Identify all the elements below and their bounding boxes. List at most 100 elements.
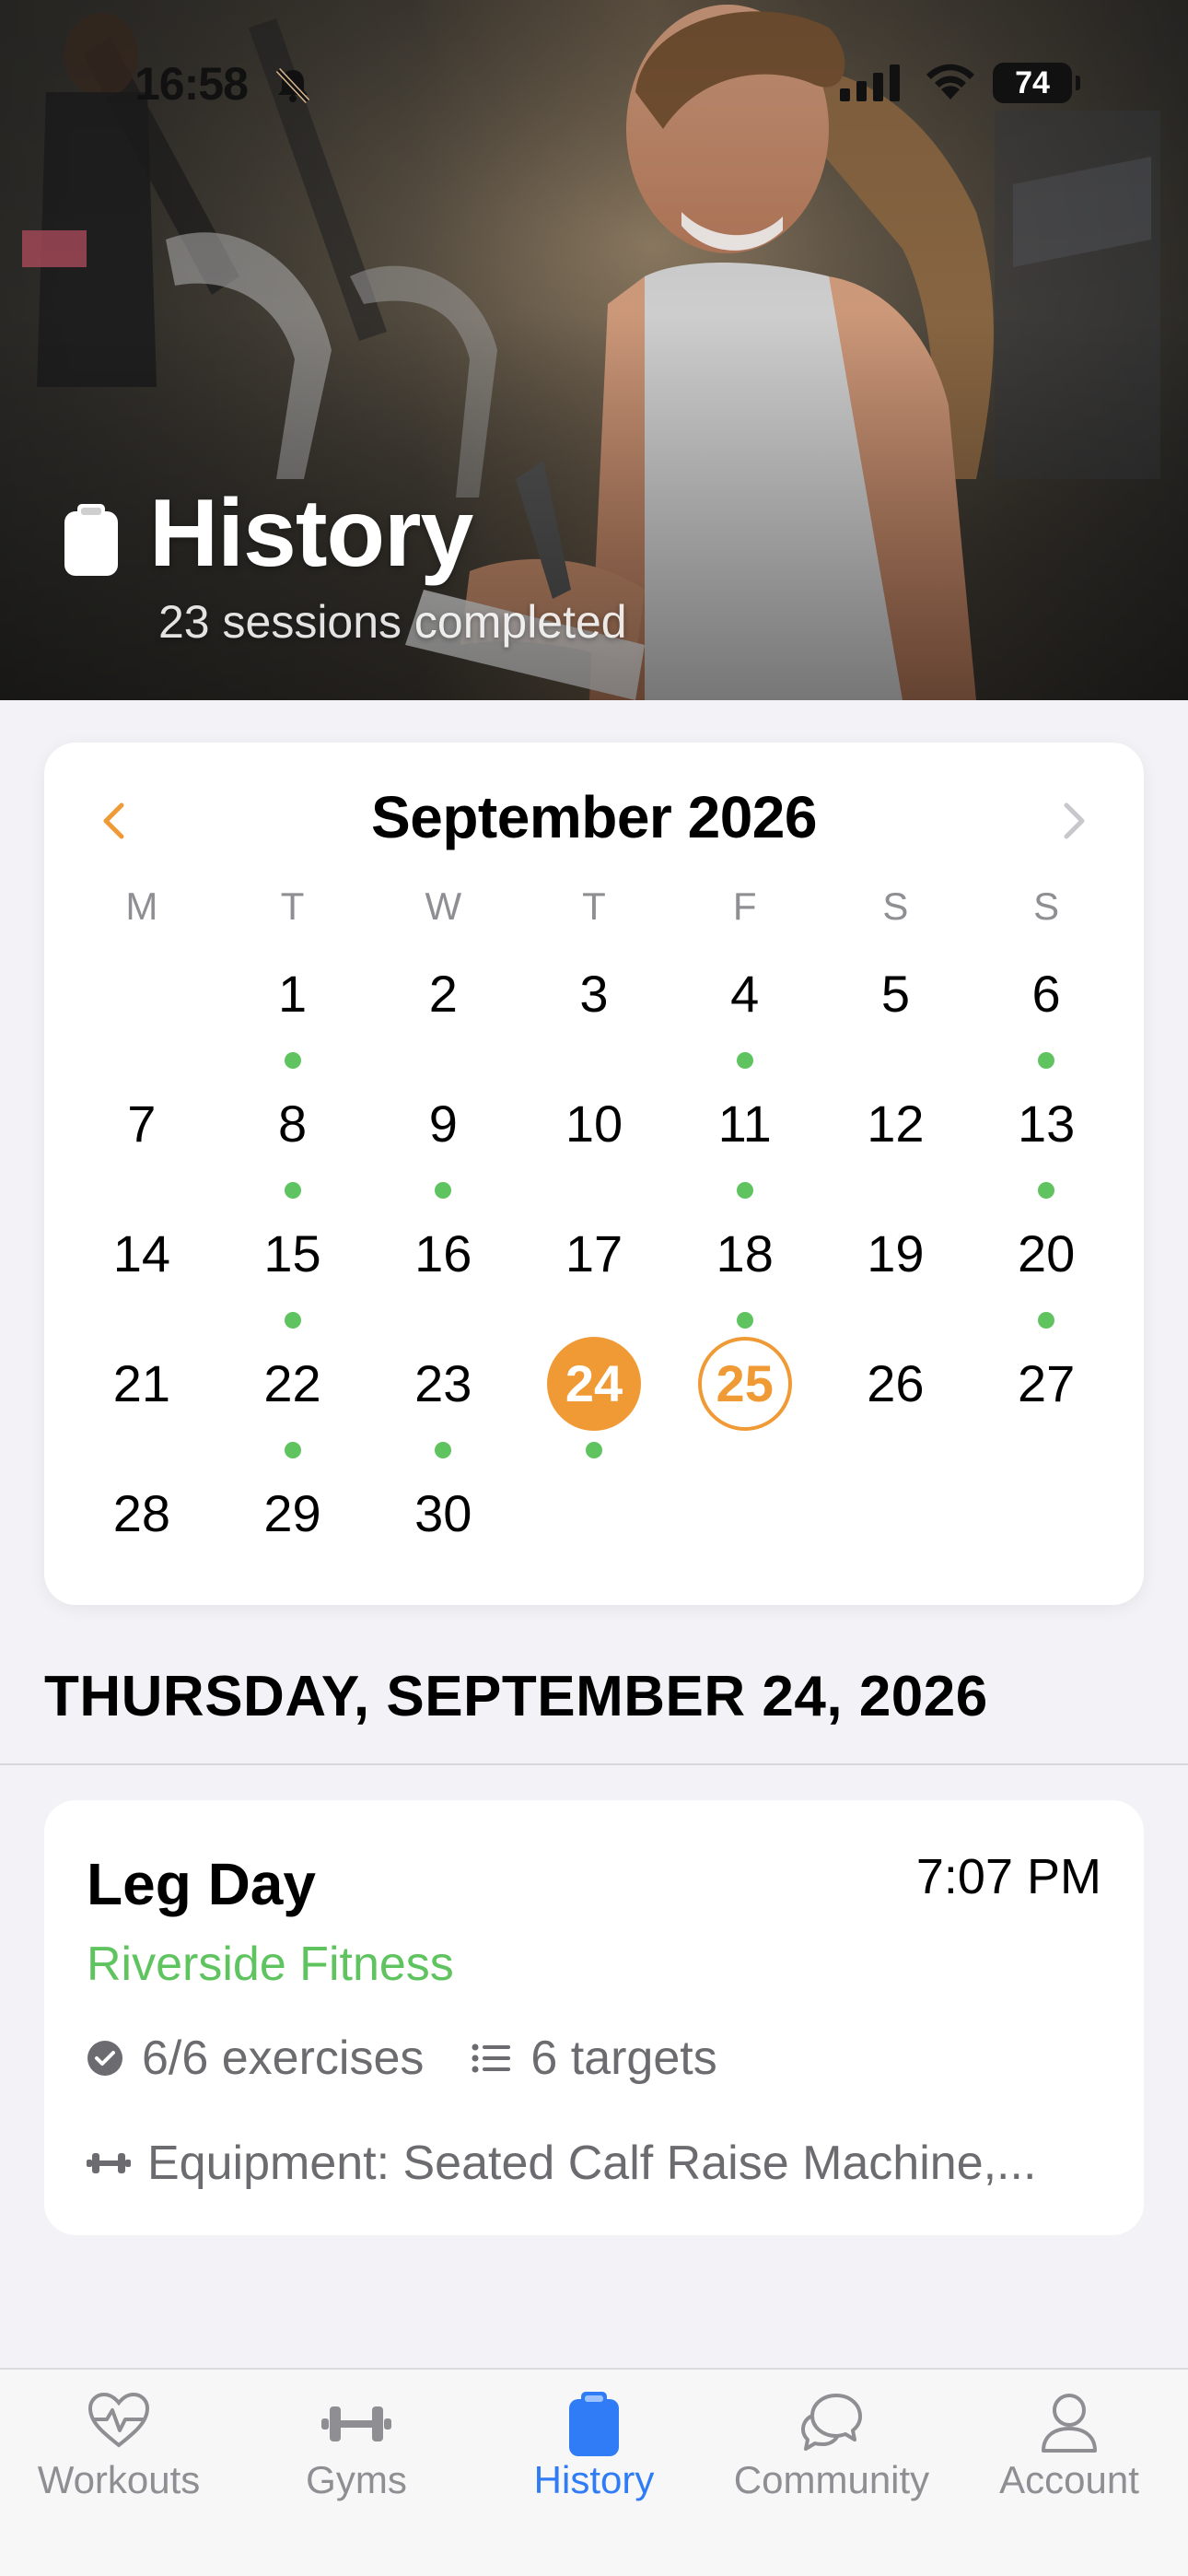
calendar-day[interactable]: 18 bbox=[670, 1207, 821, 1337]
bell-slash-icon bbox=[275, 67, 310, 104]
calendar-day-number: 1 bbox=[277, 965, 308, 1023]
calendar-day[interactable]: 9 bbox=[367, 1077, 518, 1207]
calendar-day[interactable]: 2 bbox=[367, 947, 518, 1077]
calendar-day-number: 13 bbox=[1017, 1095, 1076, 1153]
workout-dot bbox=[284, 1052, 301, 1069]
workout-dot bbox=[1038, 1182, 1055, 1199]
weekday-label: T bbox=[582, 884, 606, 928]
calendar-day-number: 9 bbox=[428, 1095, 458, 1153]
workout-dot bbox=[435, 1182, 452, 1199]
calendar-day-number: 14 bbox=[112, 1224, 170, 1282]
calendar-day-number: 27 bbox=[1017, 1354, 1076, 1412]
weekday-label: S bbox=[1033, 884, 1060, 928]
tab-community[interactable]: Community bbox=[713, 2370, 950, 2576]
calendar-grid: 1 2 3 4 5 6 7 8 9 10 11 12 13 14 15 16 17 18 19 20 21 22 23 24 2… bbox=[66, 947, 1122, 1597]
workout-dot bbox=[435, 1442, 452, 1458]
calendar-day[interactable]: 29 bbox=[217, 1467, 368, 1597]
calendar-day-number: 19 bbox=[867, 1224, 925, 1282]
calendar-day[interactable]: 5 bbox=[821, 947, 972, 1077]
session-card[interactable]: Leg Day 7:07 PM Riverside Fitness 6/6 ex… bbox=[44, 1800, 1144, 2235]
calendar-day[interactable]: 17 bbox=[518, 1207, 670, 1337]
targets-count: 6 targets bbox=[530, 2032, 717, 2085]
calendar-day-number: 7 bbox=[127, 1095, 157, 1153]
calendar-day[interactable]: 14 bbox=[66, 1207, 217, 1337]
tab-community-label: Community bbox=[733, 2458, 930, 2501]
calendar-day-number: 11 bbox=[717, 1095, 772, 1153]
workout-dot bbox=[284, 1312, 301, 1329]
selected-date-heading: THURSDAY, SEPTEMBER 24, 2026 bbox=[44, 1665, 988, 1728]
calendar-day[interactable]: 4 bbox=[670, 947, 821, 1077]
session-title: Leg Day bbox=[87, 1851, 316, 1917]
calendar-day-number: 15 bbox=[263, 1224, 321, 1282]
targets-stat: 6 targets bbox=[472, 2031, 717, 2086]
calendar-day[interactable]: 13 bbox=[971, 1077, 1122, 1207]
calendar-day-today[interactable]: 25 bbox=[670, 1337, 821, 1467]
calendar-day[interactable]: 8 bbox=[217, 1077, 368, 1207]
calendar-day[interactable]: 12 bbox=[821, 1077, 972, 1207]
workout-dot bbox=[736, 1052, 753, 1069]
calendar-day-number: 23 bbox=[414, 1354, 472, 1412]
calendar-day-number: 29 bbox=[263, 1484, 321, 1542]
calendar-day-number: 18 bbox=[716, 1224, 774, 1282]
workout-dot bbox=[284, 1442, 301, 1458]
calendar-day[interactable]: 10 bbox=[518, 1077, 670, 1207]
calendar-header: September 2026 bbox=[44, 776, 1144, 859]
exercises-stat: 6/6 exercises bbox=[87, 2031, 424, 2086]
calendar-day-selected[interactable]: 24 bbox=[518, 1337, 670, 1467]
workout-dot bbox=[736, 1312, 753, 1329]
tab-account[interactable]: Account bbox=[950, 2370, 1188, 2576]
hero-title-row: History bbox=[64, 479, 473, 589]
calendar-day[interactable]: 11 bbox=[670, 1077, 821, 1207]
calendar-day[interactable]: 19 bbox=[821, 1207, 972, 1337]
heart-pulse-icon bbox=[87, 2392, 150, 2448]
calendar-day[interactable]: 3 bbox=[518, 947, 670, 1077]
person-icon bbox=[1042, 2394, 1097, 2453]
calendar-day-number: 24 bbox=[546, 1337, 641, 1431]
calendar-day-number: 22 bbox=[263, 1354, 321, 1412]
dumbbell-icon bbox=[87, 2153, 131, 2173]
calendar-day[interactable]: 21 bbox=[66, 1337, 217, 1467]
calendar-day[interactable]: 15 bbox=[217, 1207, 368, 1337]
weekday-header: MTWTFSS bbox=[66, 879, 1122, 934]
sessions-count: 23 sessions completed bbox=[158, 596, 627, 648]
tab-workouts[interactable]: Workouts bbox=[0, 2370, 238, 2576]
calendar-day[interactable]: 6 bbox=[971, 947, 1122, 1077]
calendar-day[interactable]: 27 bbox=[971, 1337, 1122, 1467]
status-time: 16:58 bbox=[134, 58, 249, 110]
tab-bar: Workouts Gyms History Community Account bbox=[0, 2368, 1188, 2576]
tab-gyms[interactable]: Gyms bbox=[238, 2370, 475, 2576]
hero-banner: 16:58 74 History 23 sessions completed bbox=[0, 0, 1188, 700]
workout-dot bbox=[1038, 1312, 1055, 1329]
calendar-day-number: 30 bbox=[414, 1484, 472, 1542]
previous-month-button[interactable] bbox=[92, 798, 138, 844]
cellular-signal-icon bbox=[840, 64, 900, 101]
calendar-day-number: 16 bbox=[414, 1224, 472, 1282]
next-month-button[interactable] bbox=[1050, 798, 1096, 844]
calendar-day[interactable]: 1 bbox=[217, 947, 368, 1077]
calendar-day-number: 12 bbox=[867, 1095, 925, 1153]
calendar-day[interactable]: 22 bbox=[217, 1337, 368, 1467]
battery-indicator: 74 bbox=[993, 63, 1080, 103]
calendar-day[interactable]: 26 bbox=[821, 1337, 972, 1467]
tab-history[interactable]: History bbox=[475, 2370, 713, 2576]
weekday-label: F bbox=[732, 884, 757, 928]
calendar-day[interactable]: 23 bbox=[367, 1337, 518, 1467]
weekday-label: S bbox=[882, 884, 909, 928]
calendar-day[interactable]: 20 bbox=[971, 1207, 1122, 1337]
calendar-day-number: 17 bbox=[565, 1224, 623, 1282]
calendar-day-number: 25 bbox=[697, 1337, 792, 1431]
workout-dot bbox=[284, 1182, 301, 1199]
weekday-label: W bbox=[425, 884, 462, 928]
calendar-day-number: 20 bbox=[1017, 1224, 1076, 1282]
workout-dot bbox=[1038, 1052, 1055, 1069]
clipboard-icon bbox=[64, 503, 118, 576]
checkmark-circle-icon bbox=[87, 2041, 122, 2076]
month-label: September 2026 bbox=[371, 784, 817, 850]
calendar-day[interactable]: 7 bbox=[66, 1077, 217, 1207]
calendar-day[interactable]: 30 bbox=[367, 1467, 518, 1597]
session-time: 7:07 PM bbox=[915, 1849, 1101, 1904]
calendar-day-number: 28 bbox=[112, 1484, 170, 1542]
calendar-day[interactable]: 28 bbox=[66, 1467, 217, 1597]
clipboard-icon bbox=[569, 2392, 619, 2456]
calendar-day[interactable]: 16 bbox=[367, 1207, 518, 1337]
